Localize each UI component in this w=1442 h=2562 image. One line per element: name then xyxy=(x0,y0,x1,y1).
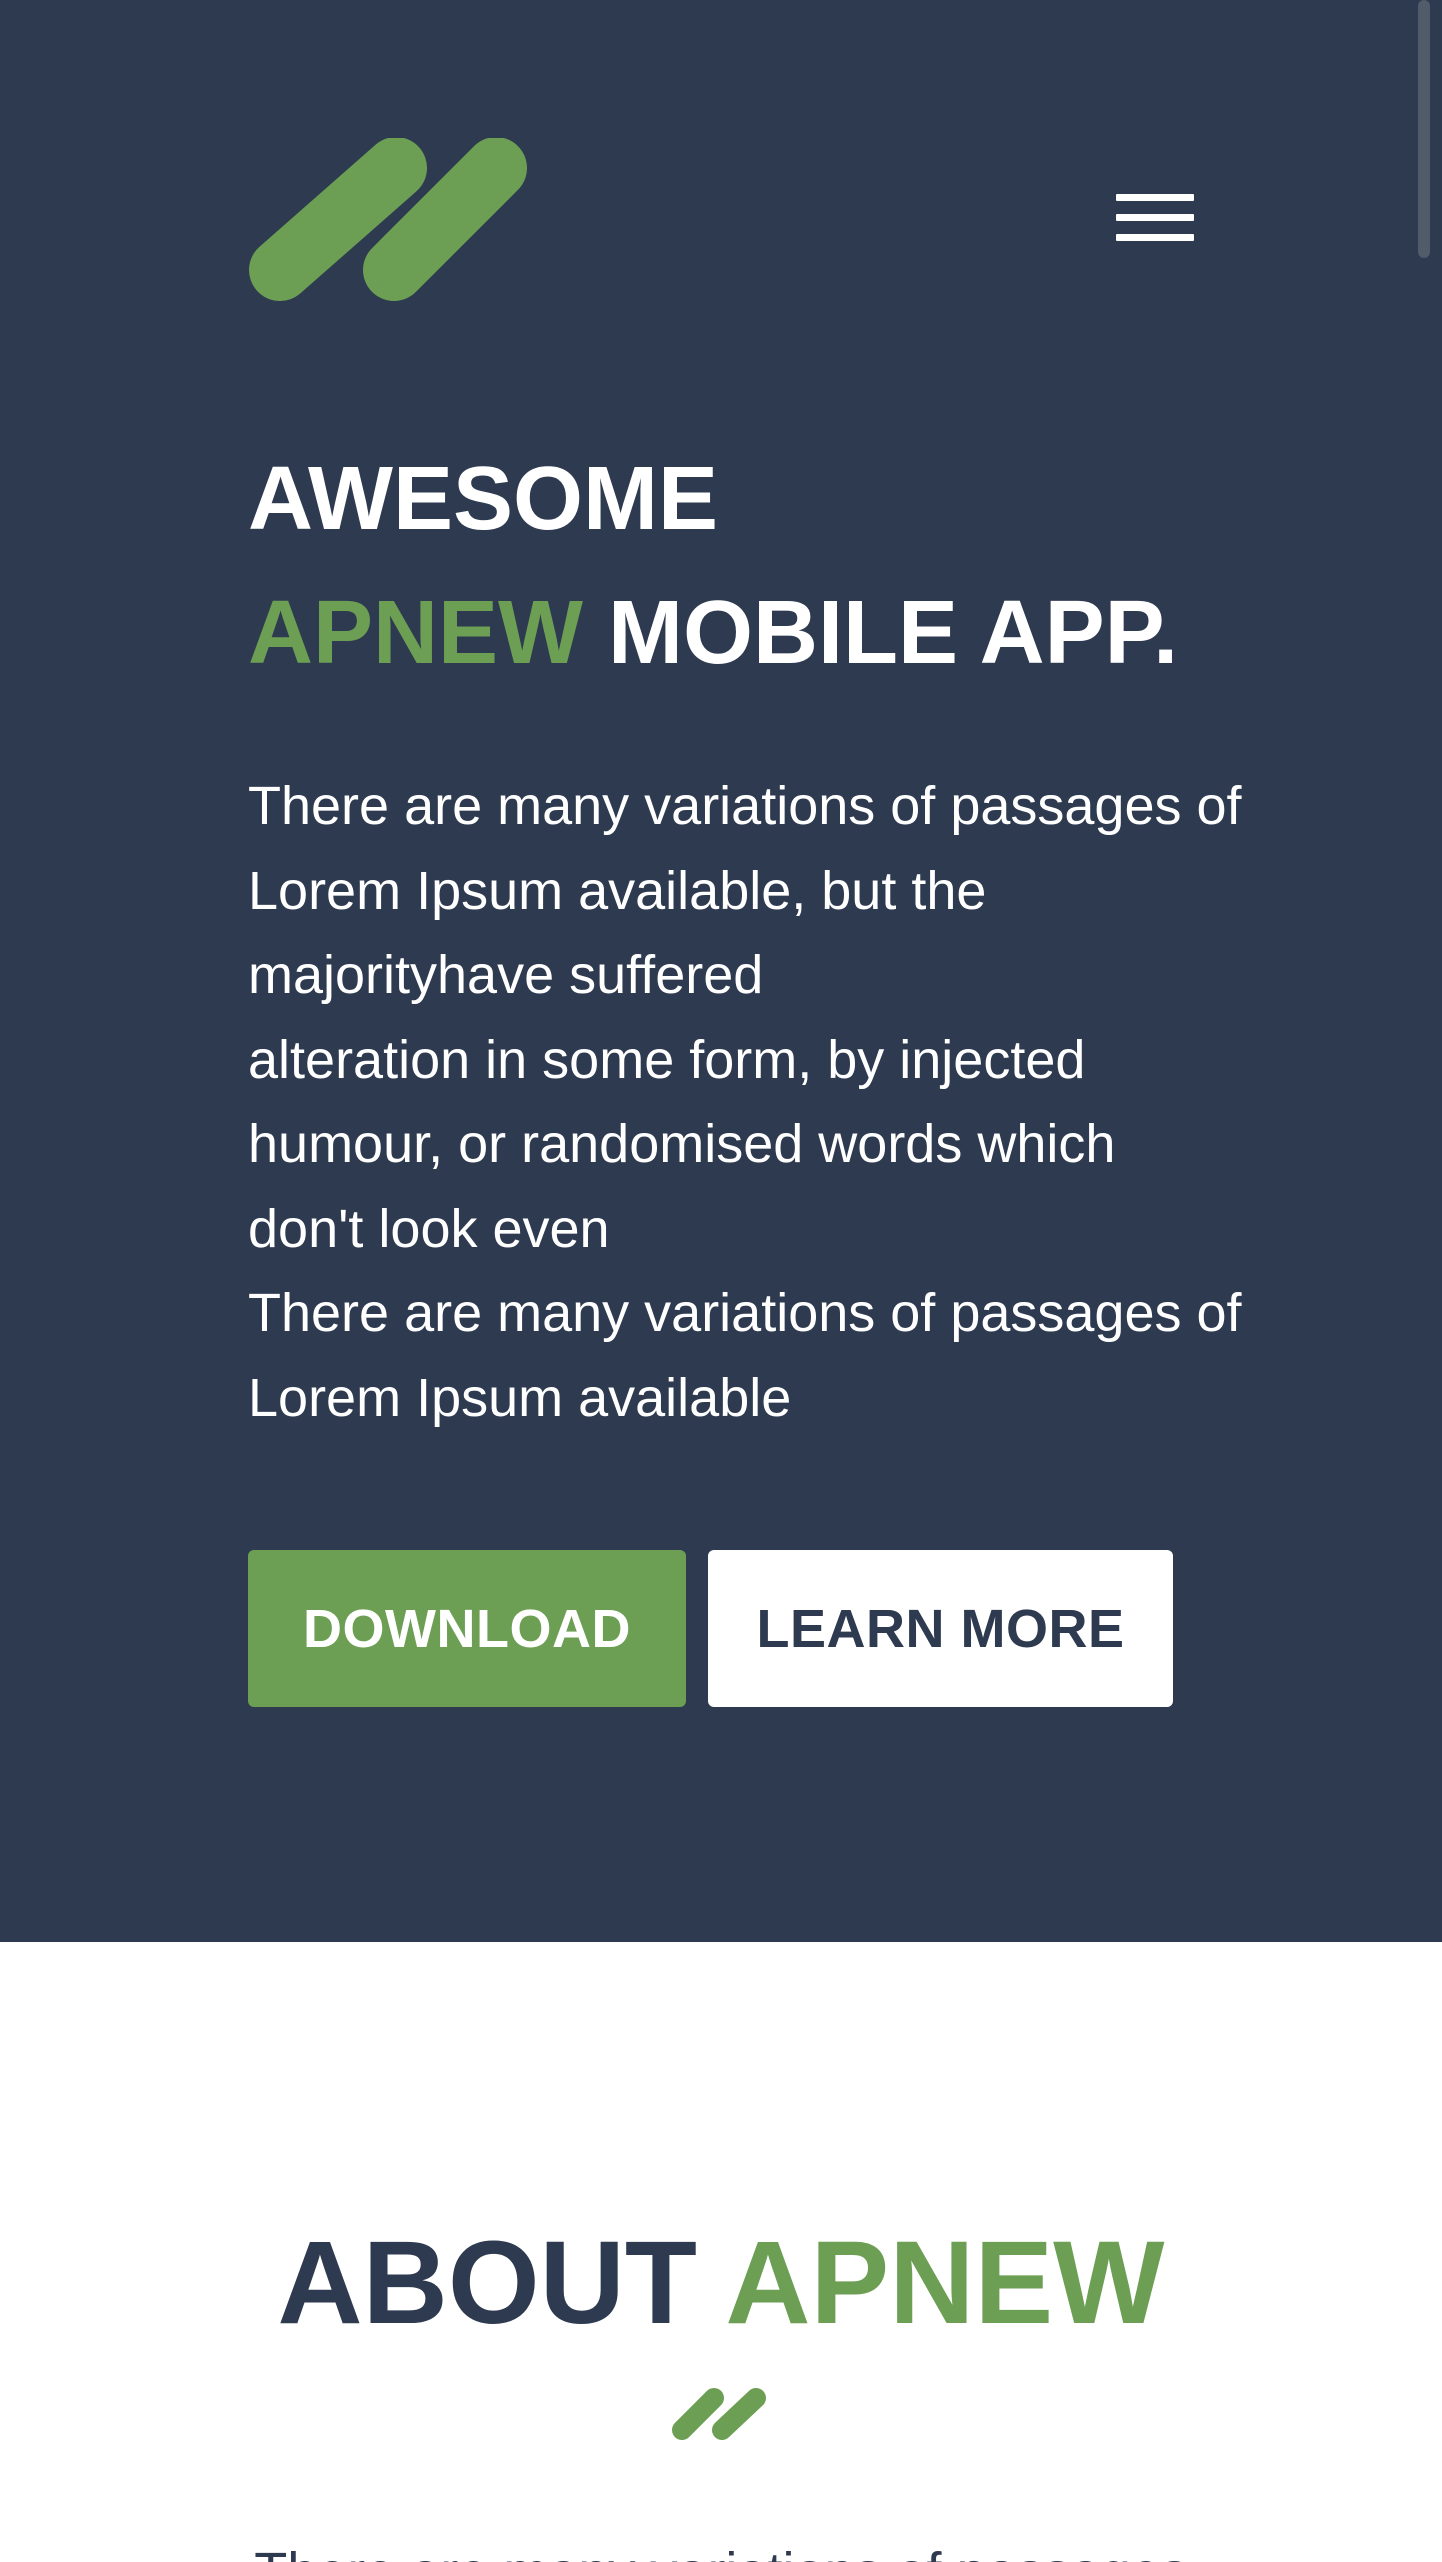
about-title: ABOUT APNEW xyxy=(0,2208,1442,2358)
double-slash-logo-icon[interactable] xyxy=(248,138,528,302)
hero-title-accent: APNEW xyxy=(248,583,583,683)
hero-description-line: alteration in some form, by injected xyxy=(248,1029,1086,1090)
hero-description-line: majorityhave suffered xyxy=(248,945,764,1005)
hero-description-line: There are many variations of passages of xyxy=(248,1283,1242,1343)
hero-description-line: There are many variations of passages of xyxy=(248,776,1242,836)
hero-title-line1: AWESOME xyxy=(248,449,719,549)
double-slash-icon xyxy=(672,2388,766,2440)
hero-description-line: Lorem Ipsum available, but the xyxy=(248,860,987,921)
hero-description-line: don't look even xyxy=(248,1198,610,1259)
hero-description-line: humour, or randomised words which xyxy=(248,1114,1116,1174)
learn-more-button[interactable]: LEARN MORE xyxy=(708,1550,1173,1707)
hero-title-rest: MOBILE APP. xyxy=(583,583,1179,683)
hero-description-line: Lorem Ipsum available xyxy=(248,1367,792,1428)
about-text: There are many variations of passages xyxy=(0,2530,1442,2562)
hamburger-menu-icon[interactable] xyxy=(1116,194,1194,248)
about-title-accent: APNEW xyxy=(725,2217,1165,2349)
about-title-main: ABOUT xyxy=(277,2217,726,2349)
hero-title: AWESOME APNEW MOBILE APP. xyxy=(248,432,1348,700)
hero-section: AWESOME APNEW MOBILE APP. There are many… xyxy=(0,0,1442,1942)
hero-description: There are many variations of passages of… xyxy=(248,764,1278,1440)
download-button[interactable]: DOWNLOAD xyxy=(248,1550,686,1707)
scrollbar-thumb[interactable] xyxy=(1418,0,1430,258)
